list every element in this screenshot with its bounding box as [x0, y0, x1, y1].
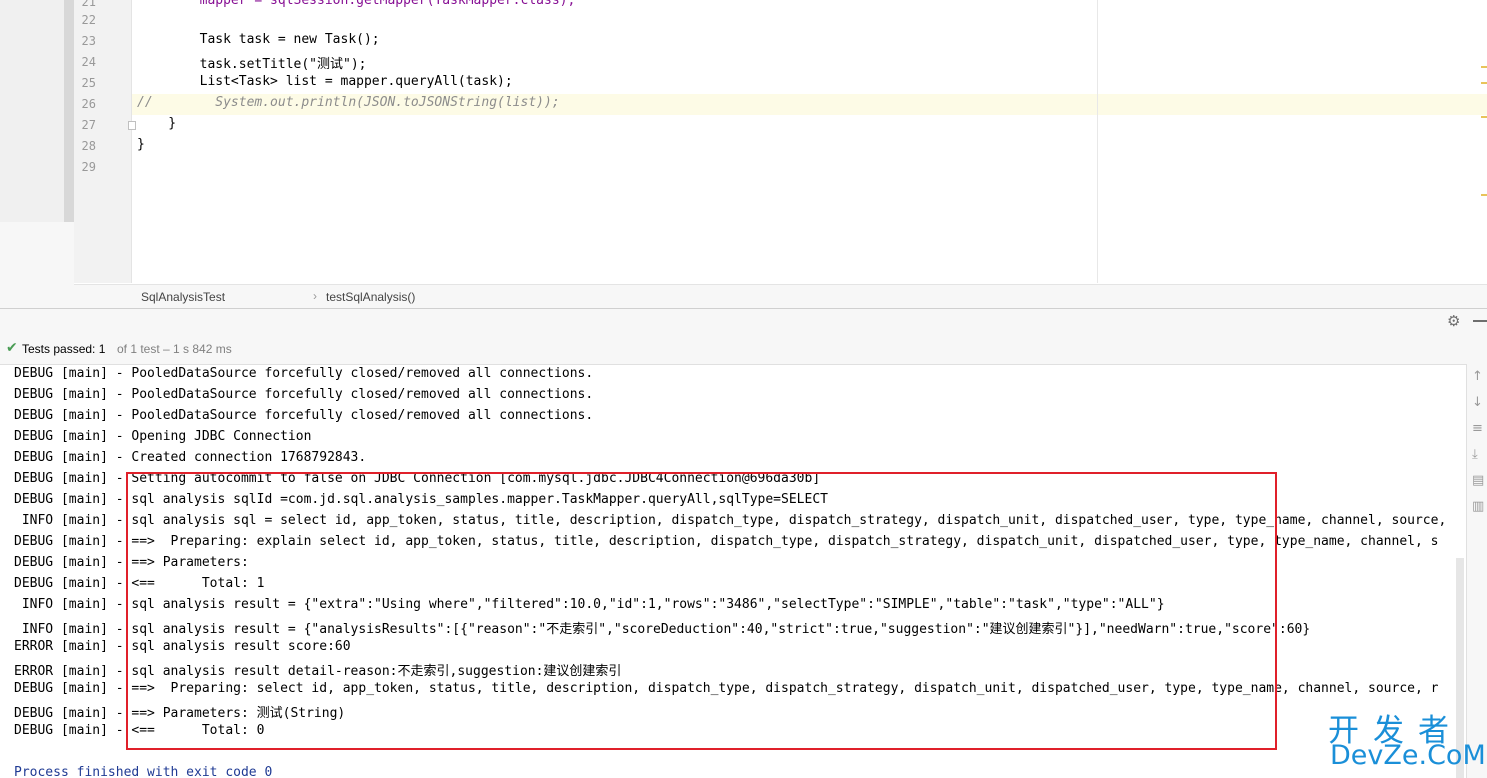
right-margin-guide [1097, 0, 1098, 283]
gear-icon[interactable]: ⚙ [1447, 312, 1460, 330]
scroll-to-end-icon[interactable]: ⤓ [1472, 447, 1478, 462]
breadcrumb-separator: › [313, 289, 317, 303]
run-panel-toolbar [0, 309, 1487, 335]
code-line[interactable]: List<Task> list = mapper.queryAll(task); [137, 74, 513, 89]
fold-toggle-icon[interactable] [128, 121, 136, 130]
minimize-icon[interactable] [1473, 320, 1487, 322]
highlight-annotation-box [126, 472, 1277, 750]
tests-passed-label: Tests passed: 1 [22, 342, 106, 356]
left-tool-strip [0, 0, 64, 222]
console-line: DEBUG [main] - PooledDataSource forceful… [14, 387, 594, 402]
code-line-comment[interactable]: // System.out.println(JSON.toJSONString(… [137, 95, 560, 110]
code-line[interactable]: } [137, 116, 176, 131]
trash-icon[interactable]: ▥ [1472, 499, 1484, 514]
code-line[interactable]: Task task = new Task(); [137, 32, 380, 47]
error-stripe-marker[interactable] [1481, 82, 1487, 84]
print-icon[interactable]: ▤ [1472, 473, 1484, 488]
soft-wrap-icon[interactable]: ≡ [1472, 421, 1483, 436]
tests-timing-label: of 1 test – 1 s 842 ms [117, 342, 232, 356]
line-number: 25 [81, 76, 96, 90]
line-number: 29 [81, 160, 96, 174]
code-line[interactable]: task.setTitle("测试"); [137, 53, 367, 72]
line-number: 28 [81, 139, 96, 153]
line-number: 22 [81, 13, 96, 27]
breadcrumb-class[interactable]: SqlAnalysisTest [141, 290, 225, 304]
line-number: 27 [81, 118, 96, 132]
code-line[interactable]: mapper = sqlSession.getMapper(TaskMapper… [137, 0, 576, 8]
left-panel-filler [0, 222, 74, 308]
watermark-domain: DevZe.CoM [1330, 740, 1486, 771]
console-line: DEBUG [main] - PooledDataSource forceful… [14, 408, 594, 423]
console-line: DEBUG [main] - Opening JDBC Connection [14, 429, 312, 444]
error-stripe-marker[interactable] [1481, 66, 1487, 68]
line-number: 21 [81, 0, 96, 9]
error-stripe-marker[interactable] [1481, 116, 1487, 118]
check-icon: ✔ [6, 340, 18, 356]
line-number: 24 [81, 55, 96, 69]
arrow-up-icon[interactable]: ↑ [1472, 369, 1483, 384]
breadcrumb: SqlAnalysisTest › testSqlAnalysis() [74, 284, 1487, 308]
line-number: 26 [81, 97, 96, 111]
console-line: DEBUG [main] - Created connection 176879… [14, 450, 367, 465]
arrow-down-icon[interactable]: ↓ [1472, 395, 1483, 410]
breadcrumb-method[interactable]: testSqlAnalysis() [326, 290, 415, 304]
left-strip-scrollbar[interactable] [64, 0, 74, 222]
line-number: 23 [81, 34, 96, 48]
console-line: DEBUG [main] - PooledDataSource forceful… [14, 366, 594, 381]
code-line[interactable]: } [137, 137, 145, 152]
error-stripe-marker[interactable] [1481, 194, 1487, 196]
exit-code-line: Process finished with exit code 0 [14, 765, 273, 778]
